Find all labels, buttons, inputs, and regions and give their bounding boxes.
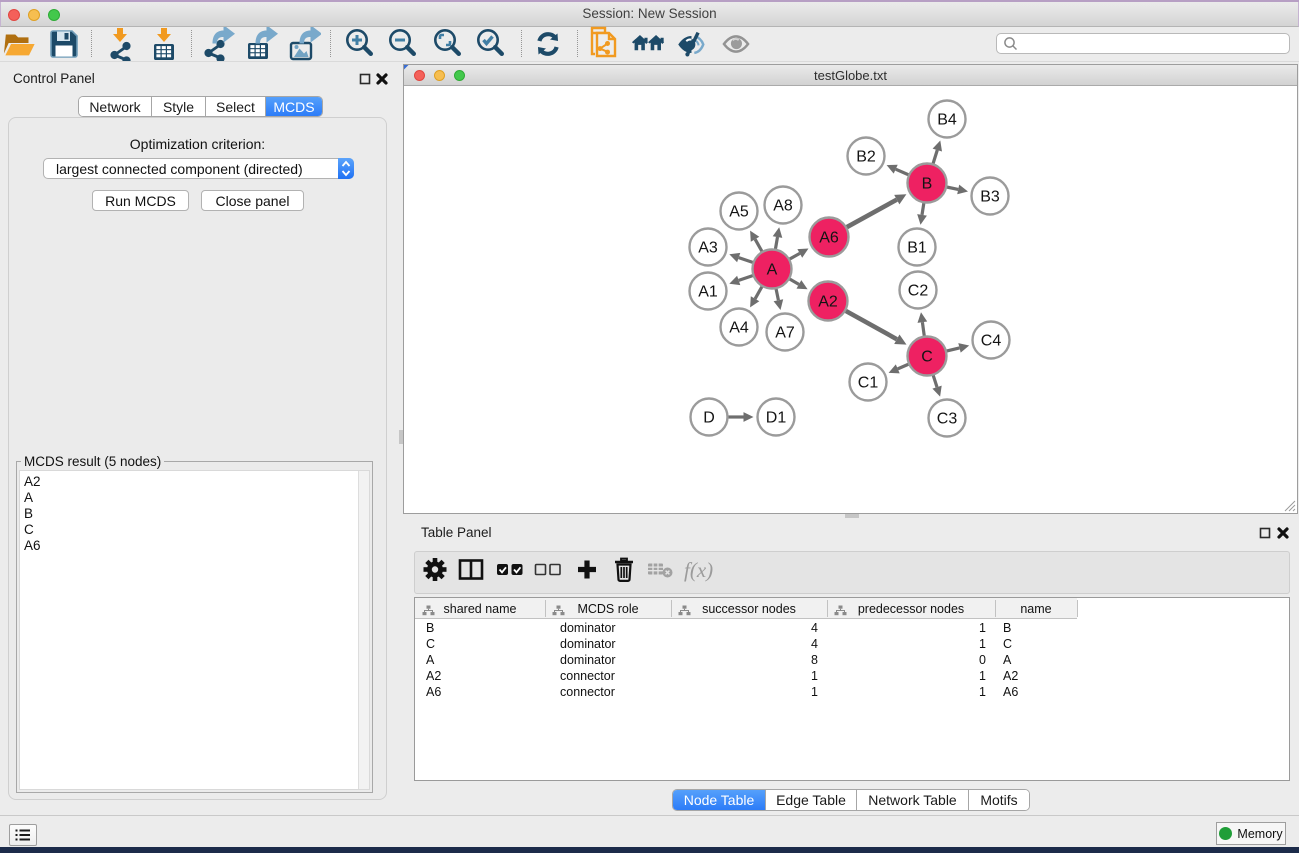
svg-text:A: A [767, 262, 778, 279]
svg-text:C4: C4 [981, 333, 1002, 350]
svg-text:A8: A8 [773, 198, 793, 215]
svg-text:A1: A1 [698, 284, 718, 301]
svg-text:A2: A2 [818, 294, 838, 311]
svg-text:A4: A4 [729, 320, 749, 337]
svg-text:B: B [922, 176, 933, 193]
svg-text:B2: B2 [856, 149, 876, 166]
svg-text:B1: B1 [907, 240, 927, 257]
svg-text:C3: C3 [937, 411, 958, 428]
svg-text:A5: A5 [729, 204, 749, 221]
svg-text:A7: A7 [775, 325, 795, 342]
svg-text:A3: A3 [698, 240, 718, 257]
svg-text:B3: B3 [980, 189, 1000, 206]
svg-text:A6: A6 [819, 230, 839, 247]
svg-text:C2: C2 [908, 283, 929, 300]
svg-text:C: C [921, 349, 933, 366]
svg-text:D1: D1 [766, 410, 787, 427]
svg-text:B4: B4 [937, 112, 957, 129]
svg-text:C1: C1 [858, 375, 879, 392]
svg-text:D: D [703, 410, 715, 427]
